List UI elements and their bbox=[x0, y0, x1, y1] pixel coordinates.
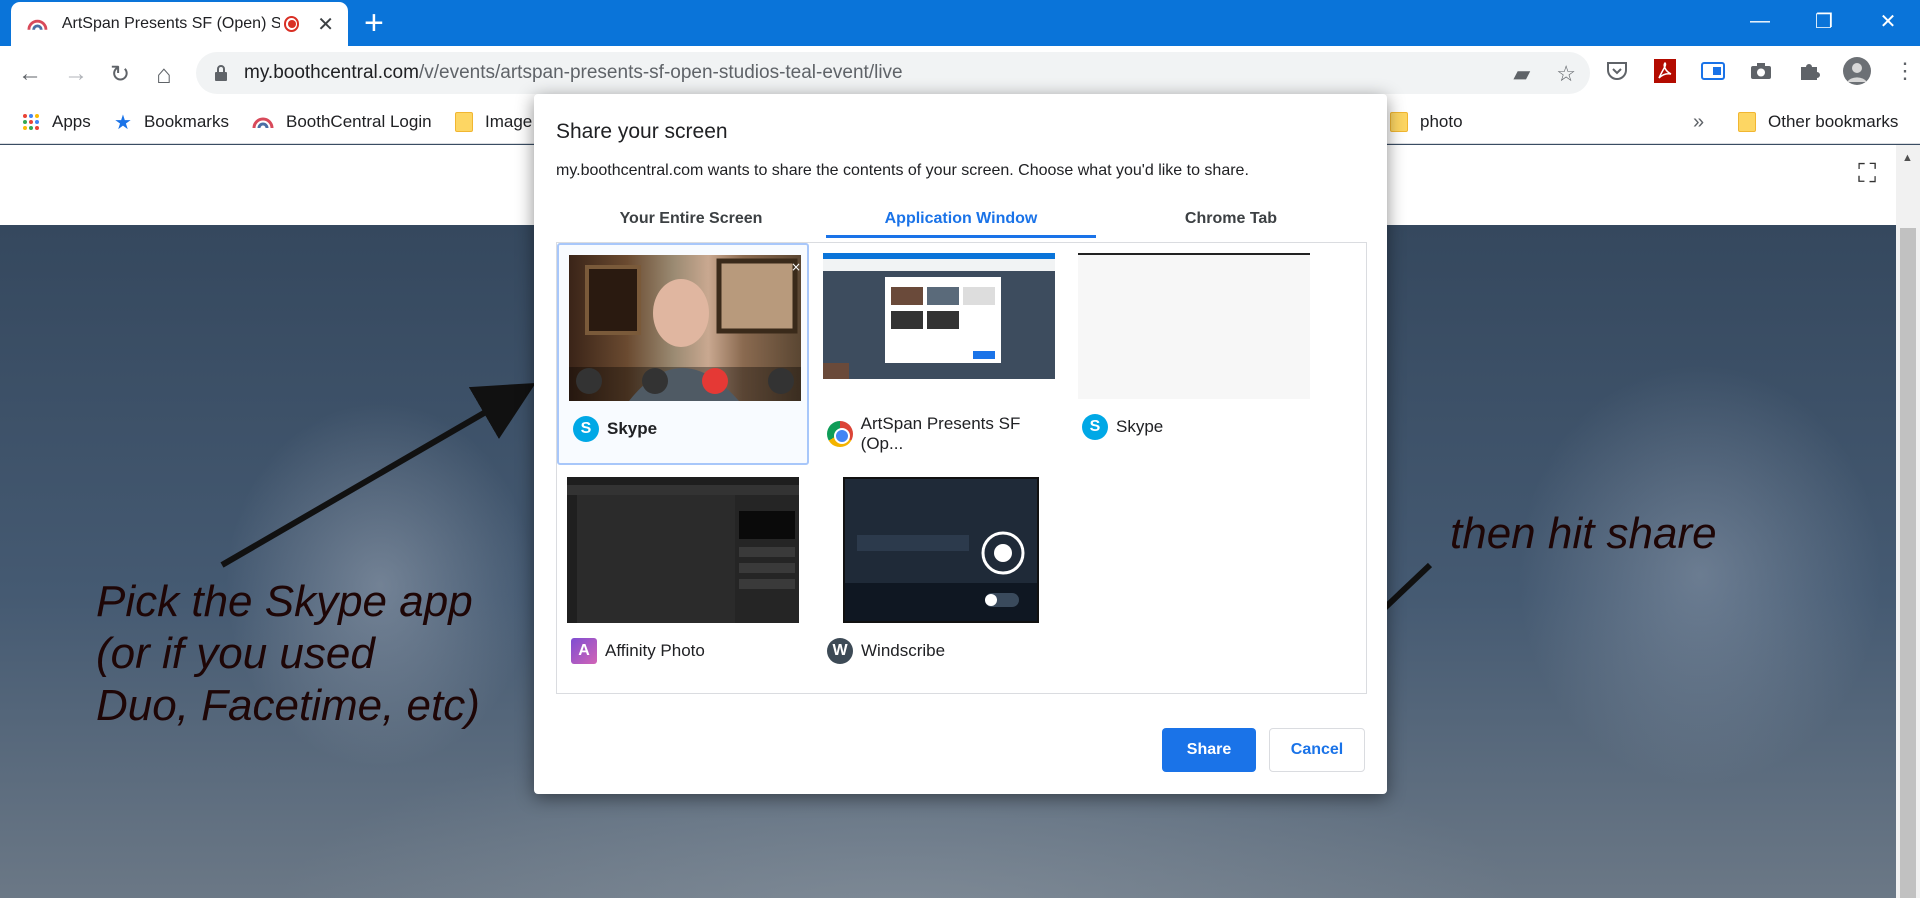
folder-icon bbox=[455, 112, 473, 132]
bookmark-bookmarks[interactable]: ★ Bookmarks bbox=[114, 100, 229, 144]
reload-button[interactable]: ↻ bbox=[102, 56, 138, 92]
affinity-photo-thumbnail bbox=[567, 477, 799, 623]
share-button[interactable]: Share bbox=[1162, 728, 1256, 772]
window-picker-grid: × S Skype ArtSpan Presents SF (Op... S S… bbox=[556, 242, 1367, 694]
new-tab-button[interactable]: + bbox=[364, 6, 384, 40]
dialog-title: Share your screen bbox=[556, 120, 728, 143]
tab-chrome-tab[interactable]: Chrome Tab bbox=[1096, 200, 1366, 238]
bookmark-label: photo bbox=[1420, 112, 1463, 131]
extensions-puzzle-icon[interactable] bbox=[1794, 56, 1824, 86]
extensions-row: ⋮ bbox=[1602, 56, 1920, 86]
skype-call-thumbnail: × bbox=[569, 255, 801, 401]
boothcentral-favicon-icon bbox=[252, 115, 274, 129]
bookmarks-overflow-button[interactable]: » bbox=[1693, 100, 1704, 144]
window-item-skype-2[interactable]: S Skype bbox=[1068, 243, 1320, 465]
share-source-tabs: Your Entire Screen Application Window Ch… bbox=[556, 200, 1367, 238]
url-path: /v/events/artspan-presents-sf-open-studi… bbox=[418, 62, 903, 83]
annotation-right: then hit share bbox=[1450, 509, 1717, 558]
browser-menu-icon[interactable]: ⋮ bbox=[1890, 56, 1920, 86]
window-item-name: Skype bbox=[1116, 417, 1164, 436]
back-button[interactable]: ← bbox=[12, 56, 48, 92]
affinity-photo-preview-art bbox=[567, 477, 799, 623]
bookmark-apps[interactable]: Apps bbox=[22, 100, 91, 144]
svg-text:×: × bbox=[791, 260, 801, 274]
window-item-name: Skype bbox=[607, 419, 658, 438]
window-controls: — ❐ ✕ bbox=[1728, 0, 1920, 42]
skype-call-preview-art: × bbox=[569, 258, 801, 401]
bookmark-star-icon[interactable]: ☆ bbox=[1556, 61, 1576, 87]
window-item-windscribe[interactable]: W Windscribe bbox=[813, 467, 1065, 689]
window-item-label: ArtSpan Presents SF (Op... bbox=[827, 414, 1065, 454]
bookmark-label: BoothCentral Login bbox=[286, 112, 432, 131]
folder-icon bbox=[1390, 112, 1408, 132]
tab-application-window[interactable]: Application Window bbox=[826, 200, 1096, 238]
recording-indicator-icon bbox=[283, 16, 300, 32]
url-host: my.boothcentral.com bbox=[244, 62, 419, 83]
browser-tab[interactable]: ArtSpan Presents SF (Open) S ✕ bbox=[11, 2, 348, 46]
reader-extension-icon[interactable] bbox=[1698, 56, 1728, 86]
screenshot-camera-icon[interactable] bbox=[1746, 56, 1776, 86]
annotation-left-line1: Pick the Skype app bbox=[96, 577, 473, 626]
scroll-up-arrow-icon[interactable]: ▲ bbox=[1902, 152, 1913, 164]
window-item-affinity-photo[interactable]: A Affinity Photo bbox=[557, 467, 809, 689]
bookmark-image-folder[interactable]: Image bbox=[455, 100, 532, 144]
close-window-button[interactable]: ✕ bbox=[1856, 0, 1920, 42]
windscribe-icon: W bbox=[827, 638, 853, 664]
window-item-artspan-chrome[interactable]: ArtSpan Presents SF (Op... bbox=[813, 243, 1065, 465]
address-bar[interactable]: my.boothcentral.com/v/events/artspan-pre… bbox=[196, 52, 1590, 94]
bookmark-boothcentral-login[interactable]: BoothCentral Login bbox=[252, 100, 432, 144]
lock-icon bbox=[215, 65, 227, 81]
camera-icon[interactable]: ▰ bbox=[1513, 61, 1530, 87]
chrome-window-preview-art bbox=[823, 253, 1055, 399]
title-bar: ArtSpan Presents SF (Open) S ✕ + — ❐ ✕ bbox=[0, 0, 1920, 46]
star-icon: ★ bbox=[114, 111, 132, 134]
scrollbar-thumb[interactable] bbox=[1900, 228, 1916, 898]
skype-window-thumbnail bbox=[1078, 253, 1310, 399]
bookmark-label: Image bbox=[485, 112, 533, 131]
cancel-button[interactable]: Cancel bbox=[1269, 728, 1365, 772]
restore-button[interactable]: ❐ bbox=[1792, 0, 1856, 42]
url-text: my.boothcentral.com/v/events/artspan-pre… bbox=[244, 62, 903, 84]
chrome-window-thumbnail bbox=[823, 253, 1055, 399]
window-item-label: A Affinity Photo bbox=[571, 638, 705, 664]
window-item-label: S Skype bbox=[1082, 414, 1163, 440]
browser-toolbar: ← → ↻ ⌂ my.boothcentral.com/v/events/art… bbox=[0, 46, 1920, 100]
tab-title: ArtSpan Presents SF (Open) S bbox=[61, 15, 280, 32]
chrome-icon bbox=[827, 421, 853, 447]
window-item-name: Windscribe bbox=[861, 641, 946, 660]
forward-button[interactable]: → bbox=[58, 56, 94, 92]
boothcentral-favicon-icon bbox=[27, 19, 48, 30]
tab-close-icon[interactable]: ✕ bbox=[317, 12, 334, 37]
windscribe-preview-art bbox=[845, 479, 1037, 621]
skype-icon: S bbox=[1082, 414, 1108, 440]
window-item-skype[interactable]: × S Skype bbox=[557, 243, 809, 465]
bookmark-photo-folder[interactable]: photo bbox=[1390, 100, 1463, 144]
window-item-label: W Windscribe bbox=[827, 638, 945, 664]
home-button[interactable]: ⌂ bbox=[146, 56, 182, 92]
skype-icon: S bbox=[573, 416, 599, 442]
windscribe-thumbnail bbox=[843, 477, 1039, 623]
affinity-photo-icon: A bbox=[571, 638, 597, 664]
folder-icon bbox=[1738, 112, 1756, 132]
annotation-left-line3: Duo, Facetime, etc) bbox=[96, 681, 480, 730]
share-screen-dialog: Share your screen my.boothcentral.com wa… bbox=[534, 94, 1387, 794]
window-item-name: ArtSpan Presents SF (Op... bbox=[860, 414, 1021, 453]
bookmark-label: Other bookmarks bbox=[1768, 112, 1899, 131]
dialog-description: my.boothcentral.com wants to share the c… bbox=[556, 162, 1249, 179]
tab-entire-screen[interactable]: Your Entire Screen bbox=[556, 200, 826, 238]
fullscreen-icon[interactable]: ⛶ bbox=[1858, 158, 1876, 190]
minimize-button[interactable]: — bbox=[1728, 0, 1792, 42]
adobe-pdf-icon[interactable] bbox=[1650, 56, 1680, 86]
annotation-left-line2: (or if you used bbox=[96, 629, 375, 678]
bookmark-label: Apps bbox=[52, 112, 91, 131]
bookmark-label: Bookmarks bbox=[143, 112, 229, 131]
window-item-name: Affinity Photo bbox=[605, 641, 705, 660]
omnibox-actions: ▰ ☆ bbox=[1513, 61, 1576, 87]
bookmark-other-bookmarks[interactable]: Other bookmarks bbox=[1738, 100, 1898, 144]
window-item-label: S Skype bbox=[573, 416, 657, 442]
profile-avatar[interactable] bbox=[1842, 56, 1872, 86]
pocket-icon[interactable] bbox=[1602, 56, 1632, 86]
apps-grid-icon bbox=[22, 113, 40, 131]
